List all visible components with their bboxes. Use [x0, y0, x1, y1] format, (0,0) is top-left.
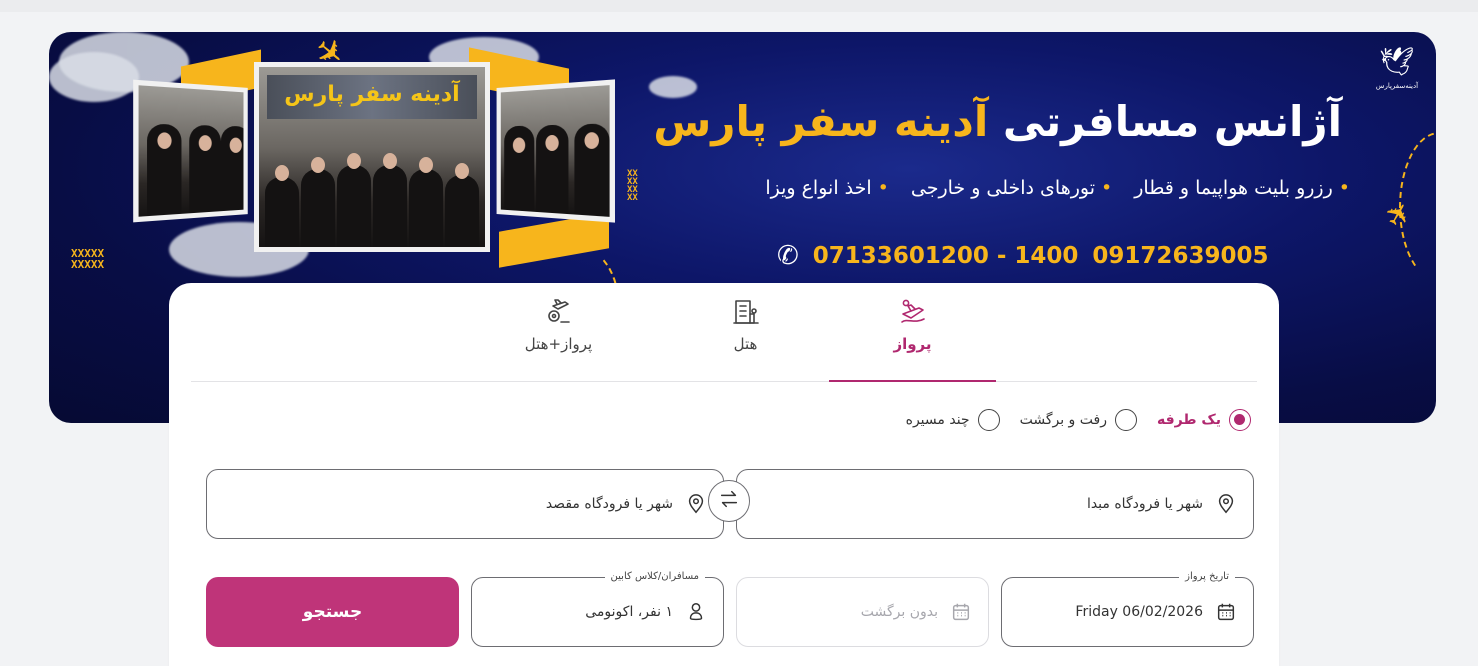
brand-logo: 🕊 آدینه‌سفرپارس — [1370, 42, 1424, 96]
service-item: تورهای داخلی و خارجی — [911, 174, 1112, 202]
banner-services: رزرو بلیت هواپیما و قطار تورهای داخلی و … — [765, 174, 1350, 202]
search-card: پرواز هتل پرواز+هتل یک طرفه رفت و برگشت … — [169, 283, 1279, 666]
passengers-field[interactable]: مسافران/کلاس کابین ۱ نفر، اکونومی — [471, 570, 724, 647]
radio-dot[interactable] — [977, 409, 1000, 431]
service-item: رزرو بلیت هواپیما و قطار — [1134, 174, 1350, 202]
x-pattern-decoration: XXXXX XXXXX — [71, 247, 105, 271]
calendar-icon — [950, 601, 972, 623]
top-bar — [0, 0, 1478, 12]
tab-label: پرواز — [893, 335, 932, 353]
service-item: اخذ انواع ویزا — [765, 174, 889, 202]
return-date-placeholder: بدون برگشت — [860, 604, 938, 620]
phone-number-landline: 07133601200 - 1400 — [812, 243, 1079, 269]
radio-one-way[interactable]: یک طرفه — [1157, 409, 1251, 431]
trip-type-options: یک طرفه رفت و برگشت چند مسیره — [906, 409, 1251, 431]
logo-text: آدینه‌سفرپارس — [1375, 82, 1419, 90]
bird-logo-icon: 🕊 — [1379, 45, 1415, 78]
calendar-icon — [1215, 601, 1237, 623]
passengers-value: ۱ نفر، اکونومی — [585, 604, 673, 620]
radio-round-trip[interactable]: رفت و برگشت — [1020, 409, 1137, 431]
tab-flight-hotel[interactable]: پرواز+هتل — [475, 283, 642, 382]
tab-label: پرواز+هتل — [524, 335, 593, 353]
tab-flight[interactable]: پرواز — [829, 283, 996, 382]
staff-photo-right — [496, 79, 615, 223]
search-tabs: پرواز هتل پرواز+هتل — [191, 283, 1257, 382]
search-button[interactable]: جستجو — [206, 577, 459, 647]
return-date-field[interactable]: بدون برگشت — [736, 577, 989, 647]
banner-title-part2: آدینه سفر پارس — [653, 97, 989, 146]
tab-hotel[interactable]: هتل — [662, 283, 829, 382]
phone-number-mobile: 09172639005 — [1092, 243, 1269, 269]
radio-multi-city[interactable]: چند مسیره — [906, 409, 1000, 431]
hotel-building-icon — [730, 295, 762, 329]
radio-label: یک طرفه — [1156, 412, 1221, 428]
user-icon — [685, 601, 707, 623]
swap-locations-button[interactable] — [708, 480, 750, 522]
flight-hotel-icon — [543, 295, 575, 329]
origin-placeholder: شهر یا فرودگاه مبدا — [1086, 496, 1203, 512]
origin-field[interactable]: شهر یا فرودگاه مبدا — [736, 469, 1254, 539]
staff-photo-left — [133, 79, 248, 223]
radio-dot[interactable] — [1229, 409, 1251, 431]
banner-phones: ✆ 07133601200 - 1400 09172639005 — [777, 238, 1268, 274]
staff-photo-center: آدینه سفر پارس — [254, 62, 490, 252]
plane-route-icon — [897, 295, 929, 329]
radio-label: رفت و برگشت — [1019, 412, 1107, 428]
departure-date-label: تاریخ پرواز — [1179, 570, 1235, 584]
radio-dot[interactable] — [1114, 409, 1137, 431]
x-pattern-decoration: XX XX XX XX — [627, 169, 638, 203]
phone-icon: ✆ — [777, 241, 799, 271]
passengers-label: مسافران/کلاس کابین — [604, 570, 705, 584]
photo-sign: آدینه سفر پارس — [267, 75, 477, 119]
banner-title-part1: آژانس مسافرتی — [1002, 97, 1342, 146]
location-pin-icon — [685, 493, 707, 515]
banner-title: آژانس مسافرتی آدینه سفر پارس — [653, 94, 1342, 150]
dashed-flight-path — [1399, 132, 1436, 282]
destination-placeholder: شهر یا فرودگاه مقصد — [545, 496, 673, 512]
tab-label: هتل — [733, 335, 758, 353]
cloud-decoration — [49, 52, 139, 102]
radio-label: چند مسیره — [905, 412, 970, 428]
destination-field[interactable]: شهر یا فرودگاه مقصد — [206, 469, 724, 539]
departure-date-value: Friday 06/02/2026 — [1075, 604, 1203, 620]
departure-date-field[interactable]: تاریخ پرواز Friday 06/02/2026 — [1001, 570, 1254, 647]
location-pin-icon — [1215, 493, 1237, 515]
swap-arrows-icon — [718, 488, 740, 514]
